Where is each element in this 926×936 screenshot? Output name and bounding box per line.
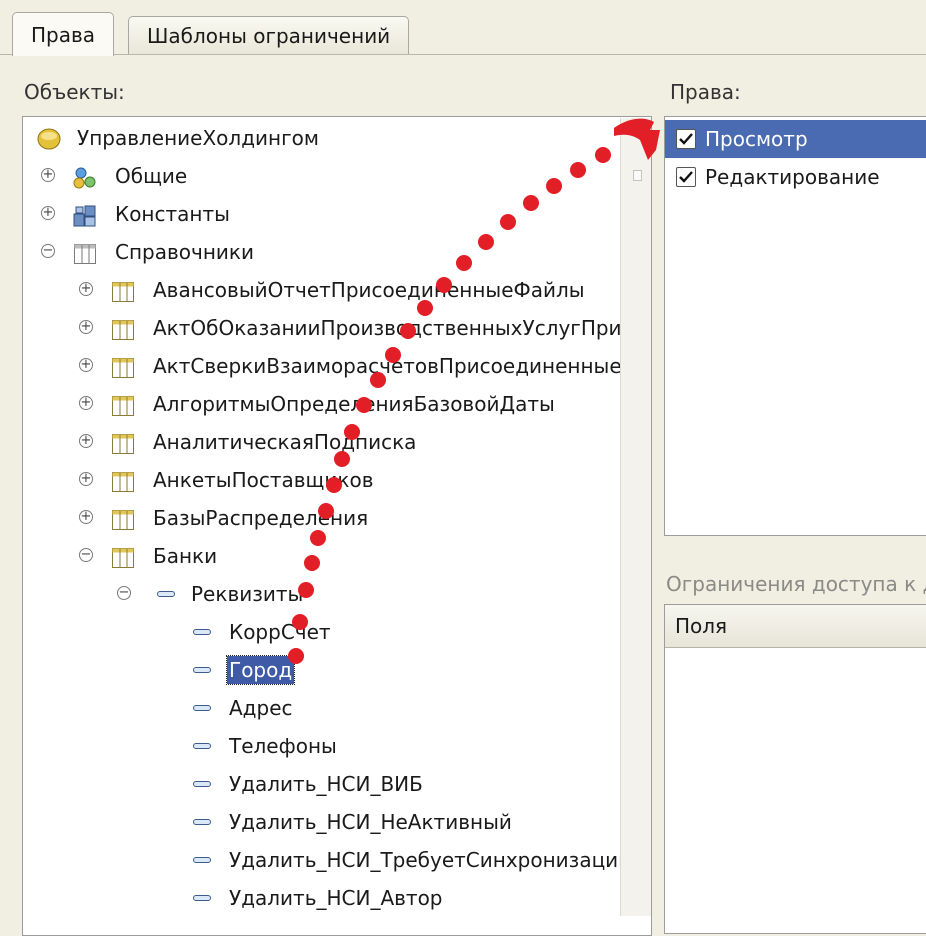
collapse-icon[interactable]: − xyxy=(41,244,55,258)
tree-item-attribute-selected[interactable]: Город xyxy=(23,654,633,686)
tree-item-label: Банки xyxy=(153,544,218,568)
tree-item-label: Удалить_НСИ_Автор xyxy=(229,886,443,910)
expand-icon[interactable]: + xyxy=(79,434,93,448)
right-item-edit[interactable]: Редактирование xyxy=(665,158,926,196)
tree-item-label: Справочники xyxy=(115,240,254,264)
objects-tree[interactable]: УправлениеХолдингом + Общие + Константы … xyxy=(22,116,652,936)
tree-item-catalog[interactable]: + АктОбОказанииПроизводственныхУслугПрис xyxy=(23,312,633,344)
tree-item-label: АктОбОказанииПроизводственныхУслугПрис xyxy=(153,316,633,340)
catalog-icon xyxy=(111,394,134,416)
tree-item-label: АналитическаяПодписка xyxy=(153,430,417,454)
tree-item-label: Город xyxy=(225,655,296,685)
tab-rights-label: Права xyxy=(31,23,96,47)
rights-list[interactable]: Просмотр Редактирование xyxy=(664,116,926,536)
tree-item-label: АктСверкиВзаиморасчетовПрисоединенныеФ xyxy=(153,354,639,378)
tree-item-attribute[interactable]: Удалить_НСИ_ТребуетСинхронизации xyxy=(23,844,633,876)
view-checkbox[interactable] xyxy=(676,129,696,149)
collapse-icon[interactable]: − xyxy=(79,548,93,562)
rights-caption: Права: xyxy=(670,80,741,104)
attribute-icon xyxy=(193,781,211,787)
tab-rights[interactable]: Права xyxy=(12,12,115,56)
fields-table[interactable]: Поля xyxy=(664,604,926,934)
catalog-icon xyxy=(73,242,96,264)
expand-icon[interactable]: + xyxy=(79,320,93,334)
tree-item-constants[interactable]: + Константы xyxy=(23,198,623,230)
tab-divider xyxy=(0,54,926,55)
tree-item-catalog[interactable]: + БазыРаспределения xyxy=(23,502,633,534)
tree-item-catalog[interactable]: + АналитическаяПодписка xyxy=(23,426,633,458)
tree-item-label: Константы xyxy=(115,202,230,226)
right-item-view[interactable]: Просмотр xyxy=(665,120,926,158)
tree-item-label: Удалить_НСИ_ВИБ xyxy=(229,772,423,796)
catalog-icon xyxy=(111,508,134,530)
tree-root-label: УправлениеХолдингом xyxy=(77,126,319,150)
tree-item-label: АвансовыйОтчетПрисоединенныеФайлы xyxy=(153,278,585,302)
tree-item-catalog-banks[interactable]: − Банки xyxy=(23,540,633,572)
tree-item-attribute[interactable]: Удалить_НСИ_НеАктивный xyxy=(23,806,633,838)
tab-restriction-templates-label: Шаблоны ограничений xyxy=(147,24,391,48)
tree-item-catalog[interactable]: + АнкетыПоставщиков xyxy=(23,464,633,496)
tree-root[interactable]: УправлениеХолдингом xyxy=(23,122,623,154)
attribute-icon xyxy=(193,705,211,711)
scrollbar-thumb[interactable] xyxy=(633,170,642,181)
tab-restriction-templates[interactable]: Шаблоны ограничений xyxy=(128,16,410,54)
expand-icon[interactable]: + xyxy=(79,396,93,410)
tree-item-catalogs[interactable]: − Справочники xyxy=(23,236,623,268)
right-item-label: Просмотр xyxy=(705,127,808,151)
tree-item-label: Общие xyxy=(115,164,188,188)
tree-item-label: КоррСчет xyxy=(229,620,331,644)
tree-item-attribute[interactable]: Удалить_НСИ_ВИБ xyxy=(23,768,633,800)
catalog-icon xyxy=(111,432,134,454)
tree-item-label: Удалить_НСИ_НеАктивный xyxy=(229,810,512,834)
tree-scrollbar[interactable] xyxy=(620,118,651,916)
tree-item-attribute[interactable]: Телефоны xyxy=(23,730,633,762)
expand-icon[interactable]: + xyxy=(79,510,93,524)
attribute-icon xyxy=(193,819,211,825)
attribute-icon xyxy=(193,629,211,635)
tree-item-label: Телефоны xyxy=(229,734,337,758)
fields-column-header[interactable]: Поля xyxy=(665,605,926,648)
expand-icon[interactable]: + xyxy=(79,282,93,296)
tree-item-catalog[interactable]: + АвансовыйОтчетПрисоединенныеФайлы xyxy=(23,274,633,306)
catalog-icon xyxy=(111,470,134,492)
attribute-icon xyxy=(193,667,211,673)
tree-item-label: АнкетыПоставщиков xyxy=(153,468,374,492)
tree-item-catalog[interactable]: + АктСверкиВзаиморасчетовПрисоединенныеФ xyxy=(23,350,639,382)
tree-item-label: Адрес xyxy=(229,696,293,720)
tree-item-label: БазыРаспределения xyxy=(153,506,369,530)
objects-caption: Объекты: xyxy=(24,80,125,104)
edit-checkbox[interactable] xyxy=(676,167,696,187)
expand-icon[interactable]: + xyxy=(41,168,55,182)
tree-item-attribute[interactable]: КоррСчет xyxy=(23,616,633,648)
checkmark-icon xyxy=(679,133,693,145)
attribute-icon xyxy=(193,895,211,901)
tree-item-label: Удалить_НСИ_ТребуетСинхронизации xyxy=(229,848,632,872)
tree-item-label: Реквизиты xyxy=(191,582,304,606)
catalog-icon xyxy=(111,318,134,340)
attribute-icon xyxy=(193,857,211,863)
catalog-icon xyxy=(111,546,134,568)
tree-item-catalog[interactable]: + АлгоритмыОпределенияБазовойДаты xyxy=(23,388,633,420)
checkmark-icon xyxy=(679,171,693,183)
restrictions-caption: Ограничения доступа к да xyxy=(666,572,926,596)
tree-item-label: АлгоритмыОпределенияБазовойДаты xyxy=(153,392,555,416)
expand-icon[interactable]: + xyxy=(79,358,93,372)
catalog-icon xyxy=(111,356,134,378)
requisites-icon xyxy=(157,591,175,597)
tree-item-attribute[interactable]: Адрес xyxy=(23,692,633,724)
catalog-icon xyxy=(111,280,134,302)
constants-icon xyxy=(73,204,96,227)
right-item-label: Редактирование xyxy=(705,165,880,189)
configuration-icon xyxy=(37,127,61,150)
expand-icon[interactable]: + xyxy=(79,472,93,486)
attribute-icon xyxy=(193,743,211,749)
tab-bar: Права Шаблоны ограничений xyxy=(0,0,926,56)
tree-item-requisites[interactable]: − Реквизиты xyxy=(23,578,633,610)
common-icon xyxy=(73,166,96,189)
tree-item-attribute[interactable]: Удалить_НСИ_Автор xyxy=(23,882,633,914)
expand-icon[interactable]: + xyxy=(41,206,55,220)
collapse-icon[interactable]: − xyxy=(117,586,131,600)
tree-item-common[interactable]: + Общие xyxy=(23,160,623,192)
